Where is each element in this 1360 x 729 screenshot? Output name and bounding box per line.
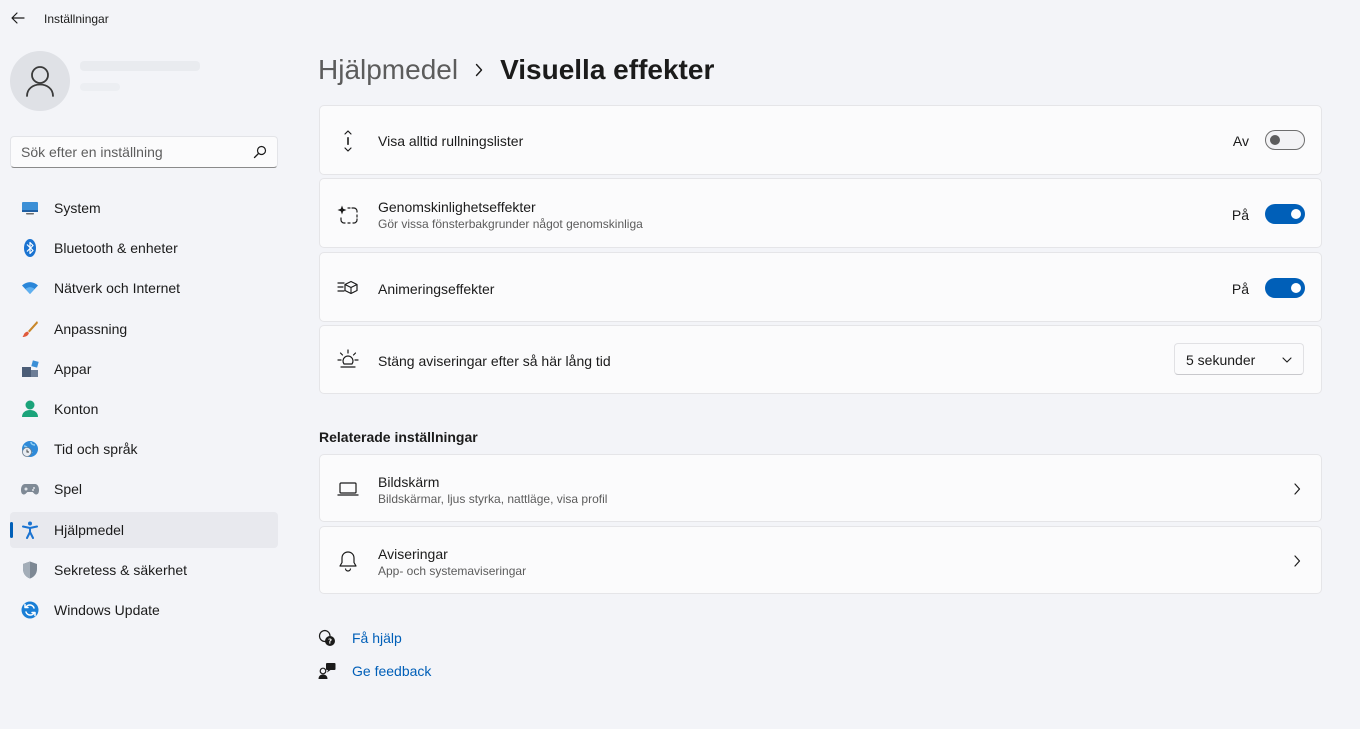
setting-card-animation: Animeringseffekter På <box>319 252 1322 322</box>
related-card-notifications[interactable]: Aviseringar App- och systemaviseringar <box>319 526 1322 594</box>
back-button[interactable] <box>6 6 30 30</box>
related-title: Bildskärm <box>378 474 440 490</box>
apps-icon <box>21 360 39 378</box>
back-arrow-icon <box>11 12 25 24</box>
laptop-icon <box>337 478 359 500</box>
sidebar-nav: System Bluetooth & enheter Nätverk och I… <box>10 190 278 632</box>
search-input[interactable]: Sök efter en inställning <box>21 144 241 160</box>
give-feedback-label: Ge feedback <box>352 663 432 679</box>
sidebar-item-label: Spel <box>54 481 83 498</box>
setting-card-notification-timeout: Stäng aviseringar efter så här lång tid … <box>319 325 1322 394</box>
animation-icon <box>337 277 359 299</box>
accessibility-icon <box>21 521 39 539</box>
notification-duration-dropdown[interactable]: 5 sekunder <box>1174 343 1304 375</box>
sidebar-item-apps[interactable]: Appar <box>10 351 278 387</box>
breadcrumb-parent-link[interactable]: Hjälpmedel <box>318 54 458 86</box>
related-settings-heading: Relaterade inställningar <box>319 429 478 445</box>
sidebar-item-gaming[interactable]: Spel <box>10 471 278 507</box>
get-help-link[interactable]: ? Få hjälp <box>318 629 402 647</box>
search-box[interactable]: Sök efter en inställning <box>10 136 278 168</box>
toggle-knob <box>1291 283 1301 293</box>
scrollbar-icon <box>337 130 359 152</box>
setting-title: Visa alltid rullningslister <box>378 133 524 149</box>
sidebar-item-label: Bluetooth & enheter <box>54 240 178 257</box>
setting-title: Stäng aviseringar efter så här lång tid <box>378 353 611 369</box>
app-title: Inställningar <box>44 12 109 26</box>
related-card-display[interactable]: Bildskärm Bildskärmar, ljus styrka, natt… <box>319 454 1322 522</box>
toggle-knob <box>1270 135 1280 145</box>
sidebar-item-label: Hjälpmedel <box>54 521 125 538</box>
sidebar-item-label: Konton <box>54 400 99 417</box>
person-icon <box>26 66 54 97</box>
sidebar-item-label: Tid och språk <box>54 441 138 458</box>
setting-title: Animeringseffekter <box>378 281 495 297</box>
setting-card-scrollbars: Visa alltid rullningslister Av <box>319 105 1322 175</box>
svg-text:?: ? <box>328 638 332 646</box>
transparency-icon <box>337 203 359 225</box>
transparency-toggle[interactable] <box>1265 204 1305 224</box>
breadcrumb: Hjälpmedel Visuella effekter <box>318 50 714 90</box>
profile-email-blurred <box>80 83 120 91</box>
toggle-state-label: På <box>1231 207 1249 223</box>
chevron-down-icon <box>1282 357 1292 363</box>
setting-subtitle: Gör vissa fönsterbakgrunder något genoms… <box>378 217 643 231</box>
toggle-state-label: Av <box>1232 133 1249 149</box>
chevron-right-icon <box>1291 482 1303 496</box>
wifi-icon <box>21 279 39 297</box>
title-bar: Inställningar <box>0 0 1360 36</box>
bell-icon <box>337 550 359 572</box>
feedback-icon <box>318 662 336 680</box>
search-icon[interactable] <box>253 145 267 159</box>
sidebar-item-privacy[interactable]: Sekretess & säkerhet <box>10 552 278 588</box>
bluetooth-icon <box>21 239 39 258</box>
sidebar-item-system[interactable]: System <box>10 190 278 226</box>
globe-clock-icon <box>21 440 39 458</box>
gamepad-icon <box>21 480 39 498</box>
help-chat-icon: ? <box>318 629 336 647</box>
sidebar-item-network[interactable]: Nätverk och Internet <box>10 270 278 306</box>
update-icon <box>21 601 39 619</box>
sidebar-item-label: Anpassning <box>54 320 128 337</box>
avatar <box>10 51 70 111</box>
brush-icon <box>21 320 39 338</box>
sidebar-item-label: Sekretess & säkerhet <box>54 561 188 578</box>
related-subtitle: App- och systemaviseringar <box>378 564 527 578</box>
sidebar-item-accessibility[interactable]: Hjälpmedel <box>10 511 278 548</box>
sidebar-item-bluetooth[interactable]: Bluetooth & enheter <box>10 230 278 266</box>
toggle-state-label: På <box>1231 281 1249 297</box>
animation-toggle[interactable] <box>1265 278 1305 298</box>
setting-card-transparency: Genomskinlighetseffekter Gör vissa fönst… <box>319 178 1322 248</box>
dropdown-selected-value: 5 sekunder <box>1186 352 1256 368</box>
chevron-right-icon <box>458 50 500 90</box>
sidebar-item-label: Appar <box>54 360 92 377</box>
related-title: Aviseringar <box>378 546 448 562</box>
scrollbars-toggle[interactable] <box>1265 130 1305 150</box>
account-icon <box>21 400 39 418</box>
sidebar-item-time-language[interactable]: Tid och språk <box>10 431 278 467</box>
profile-name-blurred <box>80 61 200 71</box>
sidebar-item-label: Nätverk och Internet <box>54 280 181 297</box>
chevron-right-icon <box>1291 554 1303 568</box>
sidebar-item-windows-update[interactable]: Windows Update <box>10 592 278 628</box>
sidebar-item-label: System <box>54 200 101 216</box>
setting-title: Genomskinlighetseffekter <box>378 199 536 215</box>
get-help-label: Få hjälp <box>352 630 402 646</box>
sidebar-item-label: Windows Update <box>54 601 160 618</box>
user-profile[interactable] <box>10 51 200 111</box>
toggle-knob <box>1291 209 1301 219</box>
sidebar-item-accounts[interactable]: Konton <box>10 391 278 427</box>
page-title: Visuella effekter <box>500 54 715 85</box>
system-icon <box>21 199 39 217</box>
sun-icon <box>337 349 359 371</box>
related-subtitle: Bildskärmar, ljus styrka, nattläge, visa… <box>378 492 608 506</box>
sidebar-item-personalization[interactable]: Anpassning <box>10 311 278 347</box>
shield-icon <box>21 561 39 579</box>
give-feedback-link[interactable]: Ge feedback <box>318 662 431 680</box>
